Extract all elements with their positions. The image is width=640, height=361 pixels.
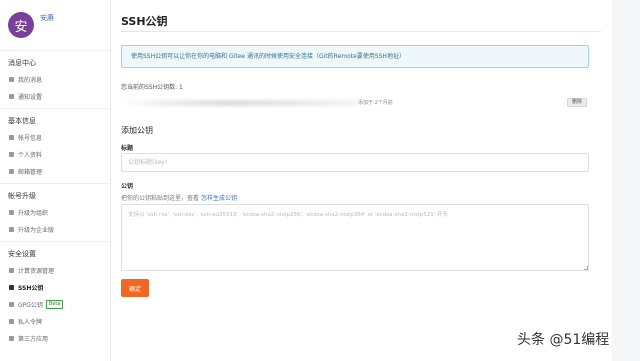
main-content: SSH公钥 使用SSH公钥可以让你在你的电脑和 Gitee 通讯的时候使用安全连… xyxy=(111,0,612,361)
sidebar-item-upgrade-enterprise[interactable]: 升级为企业版 xyxy=(0,221,110,238)
nav-group-messages: 消息中心 我的消息 通知设置 xyxy=(0,51,110,109)
sidebar-item-notification-settings[interactable]: 通知设置 xyxy=(0,88,110,105)
blurred-key-fingerprint xyxy=(121,100,357,106)
key-title-input[interactable] xyxy=(121,153,589,172)
profile-header: 安 安赓 xyxy=(0,0,110,51)
sidebar-item-profile[interactable]: 个人资料 xyxy=(0,146,110,163)
key-count-text: 您当前的SSH公钥数: 1 xyxy=(121,84,183,91)
sidebar-item-label: 计算资源管理 xyxy=(18,268,55,275)
avatar[interactable]: 安 xyxy=(8,12,34,38)
key-hint: 把你的公钥粘贴到这里，查看 怎样生成公钥 xyxy=(121,193,237,202)
textarea-resize-handle[interactable] xyxy=(584,266,588,270)
nav-group-basic-info: 基本信息 帐号信息 个人资料 邮箱管理 xyxy=(0,109,110,184)
nav-group-upgrade: 帐号升级 升级为组织 升级为企业版 xyxy=(0,184,110,242)
lock-icon xyxy=(9,319,14,324)
building-icon xyxy=(9,227,14,232)
sidebar: 安 安赓 消息中心 我的消息 通知设置 基本信息 帐号信息 个人资料 邮箱管理 … xyxy=(0,0,111,361)
delete-key-button[interactable]: 删除 xyxy=(567,98,587,107)
key-label: 公钥 xyxy=(121,183,134,190)
sidebar-item-label: 升级为企业版 xyxy=(18,227,55,234)
nav-group-security: 安全设置 计算资源管理 SSH公钥 GPG公钥 Beta 私人令牌 第三方应用 xyxy=(0,242,110,350)
server-icon xyxy=(9,268,14,273)
key-icon xyxy=(9,285,14,290)
envelope-icon xyxy=(9,169,14,174)
sidebar-item-label: 个人资料 xyxy=(18,152,43,159)
username-link[interactable]: 安赓 xyxy=(40,13,54,23)
sidebar-item-upgrade-org[interactable]: 升级为组织 xyxy=(0,204,110,221)
bell-icon xyxy=(9,77,14,82)
id-card-icon xyxy=(9,135,14,140)
sidebar-item-compute-resources[interactable]: 计算资源管理 xyxy=(0,262,110,279)
add-key-section-title: 添加公钥 xyxy=(121,126,153,135)
nav-group-title: 基本信息 xyxy=(8,117,36,125)
key-added-time: 添加于 2个月前 xyxy=(358,100,393,106)
key-hint-text: 把你的公钥粘贴到这里，查看 xyxy=(121,195,200,202)
sidebar-item-email-management[interactable]: 邮箱管理 xyxy=(0,163,110,180)
sidebar-item-label: GPG公钥 xyxy=(18,302,43,309)
sidebar-item-private-tokens[interactable]: 私人令牌 xyxy=(0,313,110,330)
info-message: 使用SSH公钥可以让你在你的电脑和 Gitee 通讯的时候使用安全连接（Git的… xyxy=(121,45,589,68)
sidebar-item-label: 升级为组织 xyxy=(18,210,49,217)
nav-group-title: 安全设置 xyxy=(8,250,36,258)
puzzle-icon xyxy=(9,336,14,341)
title-label: 标题 xyxy=(121,145,134,152)
user-icon xyxy=(9,152,14,157)
submit-button[interactable]: 确定 xyxy=(121,279,149,297)
sidebar-item-label: 我的消息 xyxy=(18,77,43,84)
sidebar-item-label: 私人令牌 xyxy=(18,319,43,326)
sidebar-item-ssh-keys[interactable]: SSH公钥 xyxy=(0,279,110,296)
sidebar-item-label: 通知设置 xyxy=(18,94,43,101)
page-title: SSH公钥 xyxy=(121,15,168,28)
sidebar-item-label: 帐号信息 xyxy=(18,135,43,142)
watermark: 头条 @51编程 xyxy=(517,332,610,348)
nav-group-title: 帐号升级 xyxy=(8,192,36,200)
nav-group-title: 消息中心 xyxy=(8,59,36,67)
sidebar-item-label: 第三方应用 xyxy=(18,336,49,343)
bell-settings-icon xyxy=(9,94,14,99)
sidebar-item-account-info[interactable]: 帐号信息 xyxy=(0,129,110,146)
sidebar-item-label: 邮箱管理 xyxy=(18,169,43,176)
sidebar-item-label: SSH公钥 xyxy=(18,285,44,292)
ssh-key-row: 添加于 2个月前 删除 xyxy=(121,97,589,109)
title-divider xyxy=(121,31,601,32)
key-outline-icon xyxy=(9,302,14,307)
public-key-textarea[interactable] xyxy=(121,204,589,271)
how-to-generate-key-link[interactable]: 怎样生成公钥 xyxy=(201,195,237,202)
sidebar-item-my-messages[interactable]: 我的消息 xyxy=(0,71,110,88)
sidebar-item-third-party-apps[interactable]: 第三方应用 xyxy=(0,330,110,347)
users-icon xyxy=(9,210,14,215)
sidebar-item-gpg-keys[interactable]: GPG公钥 Beta xyxy=(0,296,110,313)
beta-badge: Beta xyxy=(45,300,64,309)
